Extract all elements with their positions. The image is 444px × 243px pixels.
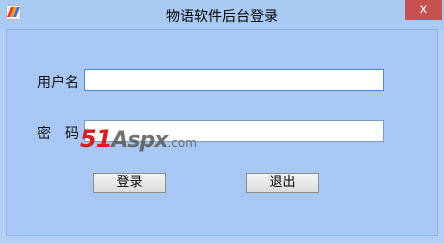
exit-button-label: 退出 — [269, 175, 296, 190]
password-input[interactable] — [84, 120, 384, 142]
close-icon: x — [419, 2, 428, 17]
close-button[interactable]: x — [405, 0, 442, 20]
window-title: 物语软件后台登录 — [166, 9, 278, 25]
login-button[interactable]: 登录 — [93, 173, 166, 193]
exit-button[interactable]: 退出 — [246, 173, 319, 193]
login-panel: 用户名 密 码 登录 退出 — [6, 29, 438, 236]
login-button-label: 登录 — [116, 175, 143, 190]
title-bar: 物语软件后台登录 x — [0, 0, 444, 29]
username-label: 用户名 — [37, 75, 79, 91]
username-input[interactable] — [84, 69, 384, 91]
password-label: 密 码 — [37, 126, 79, 142]
login-window: 物语软件后台登录 x 用户名 密 码 登录 退出 51Aspx.com — [0, 0, 444, 243]
